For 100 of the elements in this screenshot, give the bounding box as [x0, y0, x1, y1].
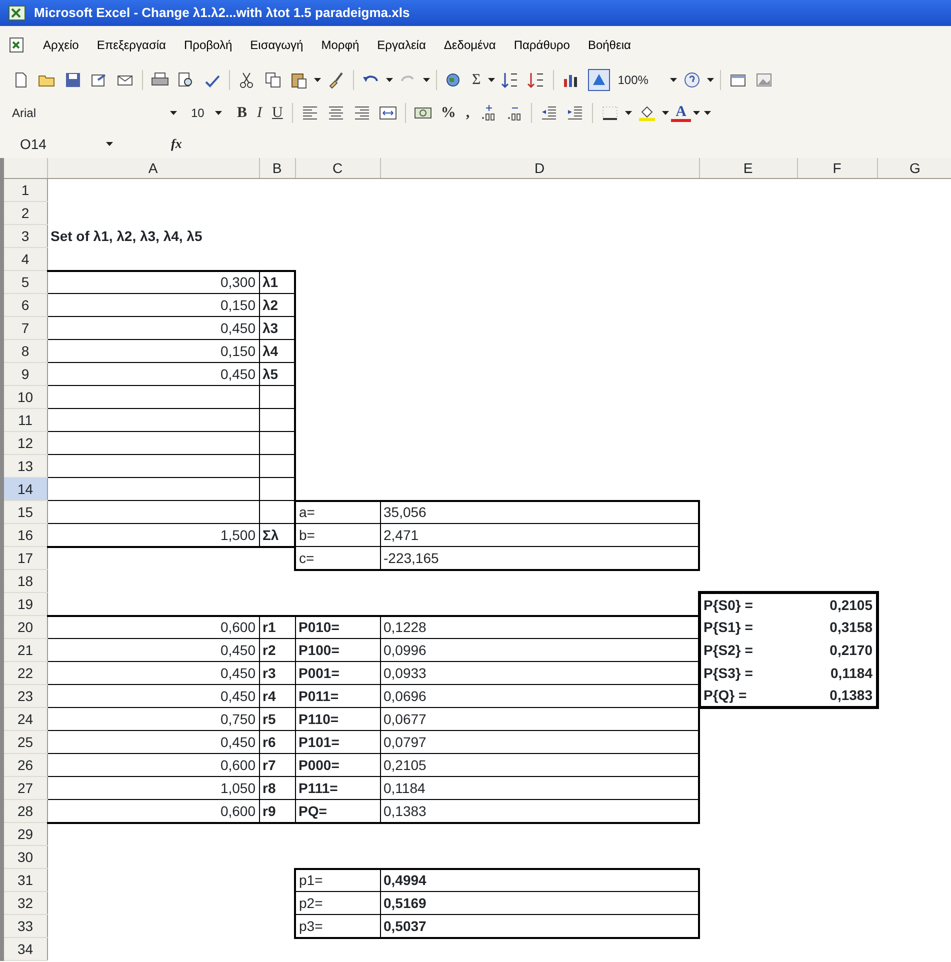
autosum-button[interactable]: Σ [467, 68, 486, 92]
row-header[interactable]: 22 [2, 662, 47, 684]
row-header[interactable]: 1 [2, 178, 47, 202]
row-header[interactable]: 12 [2, 432, 47, 454]
sort-descending-icon[interactable] [526, 71, 545, 89]
font-field[interactable]: Arial [8, 104, 168, 122]
font-size-field[interactable]: 10 [187, 104, 213, 122]
column-header[interactable]: D [380, 158, 699, 178]
print-preview-icon[interactable] [177, 71, 195, 89]
row-header[interactable]: 27 [2, 776, 47, 800]
bold-button[interactable]: B [232, 102, 252, 124]
caret-icon[interactable] [488, 78, 495, 82]
column-header[interactable]: A [47, 158, 259, 178]
menu-item[interactable]: Εργαλεία [368, 36, 435, 54]
row-header[interactable]: 15 [2, 500, 47, 524]
menu-item[interactable]: Εισαγωγή [241, 36, 312, 54]
align-left-icon[interactable] [300, 104, 319, 122]
align-right-icon[interactable] [352, 104, 371, 122]
drawing-tool-icon[interactable] [588, 69, 610, 91]
zoom-field[interactable]: 100% [614, 71, 652, 89]
row-header[interactable]: 32 [2, 892, 47, 914]
row-header[interactable]: 28 [2, 800, 47, 822]
table-cell: 0,1383 [380, 800, 699, 822]
table-cell: 0,5037 [380, 914, 699, 938]
menu-item[interactable]: Βοήθεια [578, 36, 640, 54]
row-header[interactable]: 4 [2, 248, 47, 270]
paste-icon[interactable] [290, 71, 308, 89]
column-header[interactable]: G [877, 158, 951, 178]
column-header[interactable]: F [797, 158, 877, 178]
row-header[interactable]: 29 [2, 822, 47, 846]
caret-icon[interactable] [624, 111, 632, 115]
merge-cells-icon[interactable] [378, 104, 397, 122]
picture-frame-icon[interactable] [755, 71, 774, 89]
menu-item[interactable]: Προβολή [174, 36, 242, 54]
menu-item[interactable]: Μορφή [312, 36, 368, 54]
table-cell: 0,0677 [380, 708, 699, 730]
border-icon[interactable] [600, 104, 619, 122]
row-header[interactable]: 14 [2, 478, 47, 500]
column-header[interactable]: C [295, 158, 380, 178]
row-header[interactable]: 24 [2, 708, 47, 730]
caret-icon[interactable] [670, 78, 678, 82]
workbook-icon[interactable] [8, 36, 26, 54]
row-header[interactable]: 11 [2, 408, 47, 432]
scissors-icon[interactable] [238, 71, 256, 89]
row-header[interactable]: 31 [2, 868, 47, 892]
row-header[interactable]: 18 [2, 570, 47, 592]
comma-button[interactable]: , [460, 102, 475, 124]
row-header[interactable]: 33 [2, 914, 47, 938]
caret-icon[interactable] [662, 111, 669, 115]
fill-bucket-icon[interactable] [638, 104, 656, 122]
row-header[interactable]: 6 [2, 294, 47, 316]
caret-icon[interactable] [170, 111, 177, 115]
menu-item[interactable]: Αρχείο [34, 36, 88, 54]
name-box[interactable]: O14 [16, 134, 96, 154]
row-header[interactable]: 34 [2, 938, 47, 960]
decrease-indent-icon[interactable] [540, 104, 558, 122]
menu-item[interactable]: Δεδομένα [434, 36, 505, 54]
menu-item[interactable]: Επεξεργασία [88, 36, 175, 54]
row-header[interactable]: 30 [2, 846, 47, 868]
copy-icon[interactable] [264, 71, 282, 89]
row-header[interactable]: 10 [2, 386, 47, 408]
insert-function-button[interactable]: fx [171, 134, 182, 154]
brush-icon[interactable] [327, 71, 345, 89]
align-center-icon[interactable] [326, 104, 345, 122]
caret-icon[interactable] [106, 142, 113, 146]
row-header[interactable]: 20 [2, 616, 47, 638]
row-header[interactable]: 3 [2, 224, 47, 248]
row-header[interactable]: 23 [2, 684, 47, 708]
font-color-button[interactable]: A [670, 104, 692, 122]
save-icon[interactable] [64, 71, 82, 89]
caret-icon[interactable] [707, 78, 714, 82]
row-header[interactable]: 7 [2, 316, 47, 340]
column-header[interactable]: B [259, 158, 295, 178]
italic-button[interactable]: I [252, 102, 268, 124]
row-header[interactable]: 2 [2, 202, 47, 224]
row-header[interactable]: 25 [2, 730, 47, 754]
table-cell: 0,450 [47, 316, 259, 340]
row-header[interactable]: 21 [2, 638, 47, 662]
caret-icon[interactable] [314, 78, 321, 82]
caret-icon[interactable] [423, 78, 430, 82]
row-header[interactable]: 8 [2, 340, 47, 362]
spreadsheet-icon [8, 4, 26, 22]
row-header[interactable]: 26 [2, 754, 47, 776]
menu-item[interactable]: Παράθυρο [504, 36, 579, 54]
row-header[interactable]: 13 [2, 454, 47, 478]
row-header[interactable]: 16 [2, 524, 47, 546]
row-header[interactable]: 19 [2, 592, 47, 616]
help-icon[interactable] [683, 71, 702, 89]
table-cell: r2 [259, 638, 295, 662]
underline-button[interactable]: U [267, 102, 288, 124]
row-header[interactable]: 9 [2, 362, 47, 386]
sort-ascending-icon[interactable] [500, 71, 519, 89]
row-header[interactable]: 17 [2, 546, 47, 570]
caret-icon[interactable] [386, 78, 393, 82]
percent-button[interactable]: % [436, 102, 461, 124]
increase-indent-icon[interactable] [566, 104, 584, 122]
column-header[interactable]: E [699, 158, 797, 178]
row-header[interactable]: 5 [2, 270, 47, 294]
caret-icon[interactable] [215, 111, 222, 115]
table-cell: 0,300 [47, 270, 259, 294]
